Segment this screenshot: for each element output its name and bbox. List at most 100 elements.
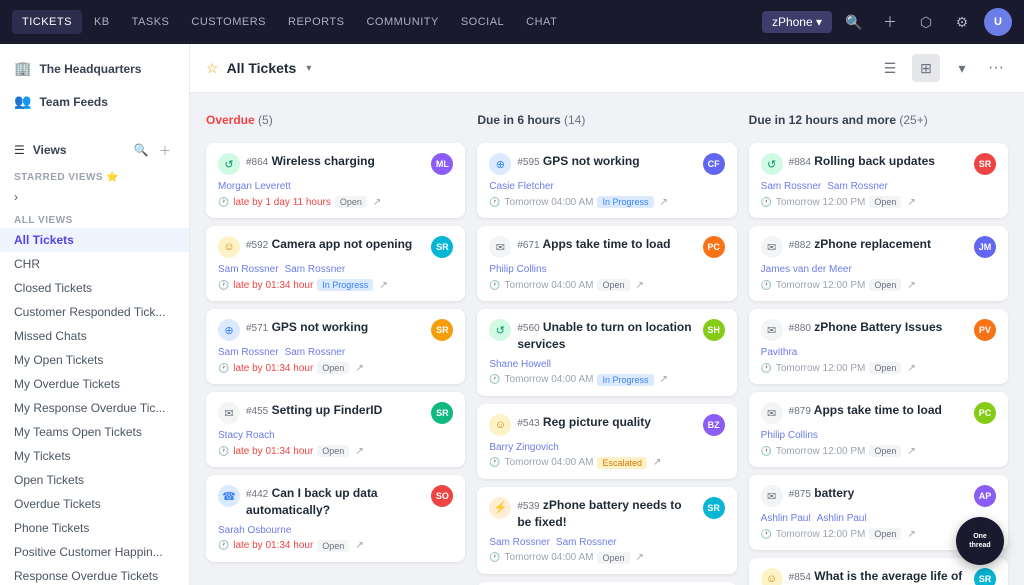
ticket-link-icon[interactable]: ↗: [653, 457, 661, 468]
ticket-id: #595: [517, 157, 539, 168]
assignee-name[interactable]: Ashlin Paul: [761, 513, 811, 524]
assignee-name[interactable]: James van der Meer: [761, 264, 852, 275]
ticket-link-icon[interactable]: ↗: [636, 552, 644, 563]
ticket-avatar: PC: [703, 236, 725, 258]
assignee-name[interactable]: Sam Rossner: [761, 181, 822, 192]
ticket-link-icon[interactable]: ↗: [355, 446, 363, 457]
ticket-link-icon[interactable]: ↗: [907, 280, 915, 291]
assignee-name[interactable]: Sam Rossner: [285, 347, 346, 358]
nav-item-customers[interactable]: CUSTOMERS: [181, 10, 276, 34]
sidebar-item-positive-customer-happin---[interactable]: Positive Customer Happin...: [0, 540, 189, 564]
ticket-title: #864 Wireless charging: [246, 153, 425, 170]
ticket-link-icon[interactable]: ↗: [907, 363, 915, 374]
add-icon[interactable]: ＋: [876, 8, 904, 36]
nav-item-tasks[interactable]: TASKS: [122, 10, 180, 34]
sidebar-item-my-tickets[interactable]: My Tickets: [0, 444, 189, 468]
views-section-header[interactable]: ☰ Views 🔍 ＋: [0, 134, 189, 166]
assignee-name[interactable]: Sam Rossner: [218, 264, 279, 275]
ticket-card[interactable]: ☺ #592 Camera app not opening SR Sam Ros…: [206, 226, 465, 301]
search-views-btn[interactable]: 🔍: [131, 140, 151, 160]
ticket-link-icon[interactable]: ↗: [636, 280, 644, 291]
assignee-name[interactable]: Sam Rossner: [218, 347, 279, 358]
sidebar-item-phone-tickets[interactable]: Phone Tickets: [0, 516, 189, 540]
nav-item-community[interactable]: COMMUNITY: [356, 10, 448, 34]
ticket-card[interactable]: ☺ #543 Reg picture quality BZ Barry Zing…: [477, 404, 736, 479]
nav-item-reports[interactable]: REPORTS: [278, 10, 354, 34]
assignee-name[interactable]: Stacy Roach: [218, 430, 275, 441]
ticket-meta: 🕐 Tomorrow 04:00 AM Escalated ↗: [489, 457, 724, 469]
ticket-link-icon[interactable]: ↗: [907, 197, 915, 208]
ticket-card[interactable]: ✉ #879 Apps take time to load PC Philip …: [749, 392, 1008, 467]
ticket-link-icon[interactable]: ↗: [373, 197, 381, 208]
sidebar-item-headquarters[interactable]: 🏢 The Headquarters: [0, 52, 189, 85]
ticket-id: #880: [789, 323, 811, 334]
search-icon[interactable]: 🔍: [840, 8, 868, 36]
assignee-name[interactable]: Sam Rossner: [827, 181, 888, 192]
brand-selector[interactable]: zPhone ▾: [762, 11, 832, 33]
onethread-badge[interactable]: Onethread: [956, 517, 1004, 565]
ticket-card[interactable]: ✉ #880 zPhone Battery Issues PV Pavithra…: [749, 309, 1008, 384]
sidebar-item-missed-chats[interactable]: Missed Chats: [0, 324, 189, 348]
assignee-name[interactable]: Sam Rossner: [556, 537, 617, 548]
assignee-name[interactable]: Philip Collins: [761, 430, 818, 441]
sidebar-item-response-overdue-tickets[interactable]: Response Overdue Tickets: [0, 564, 189, 585]
ticket-card[interactable]: ⚡ #539 zPhone battery needs to be fixed!…: [477, 487, 736, 574]
assignee-name[interactable]: Pavithra: [761, 347, 798, 358]
external-link-icon[interactable]: ⬡: [912, 8, 940, 36]
ticket-card[interactable]: ✉ #671 Apps take time to load PC Philip …: [477, 226, 736, 301]
ticket-link-icon[interactable]: ↗: [660, 374, 668, 385]
ticket-card[interactable]: ↺ #864 Wireless charging ML Morgan Lever…: [206, 143, 465, 218]
ticket-card[interactable]: ⊕ #595 GPS not working CF Casie Fletcher…: [477, 143, 736, 218]
ticket-card[interactable]: ⊕ #571 GPS not working SR Sam Rossner Sa…: [206, 309, 465, 384]
sidebar-item-all-tickets[interactable]: All Tickets: [0, 228, 189, 252]
ticket-link-icon[interactable]: ↗: [379, 280, 387, 291]
add-view-btn[interactable]: ＋: [155, 140, 175, 160]
list-view-btn[interactable]: ☰: [876, 54, 904, 82]
sidebar-item-chr[interactable]: CHR: [0, 252, 189, 276]
sidebar-item-closed-tickets[interactable]: Closed Tickets: [0, 276, 189, 300]
ticket-meta: 🕐 late by 1 day 11 hours Open ↗: [218, 196, 453, 208]
settings-icon[interactable]: ⚙: [948, 8, 976, 36]
assignee-name[interactable]: Philip Collins: [489, 264, 546, 275]
title-dropdown-arrow[interactable]: ▾: [306, 63, 311, 74]
assignee-name[interactable]: Barry Zingovich: [489, 442, 558, 453]
ticket-link-icon[interactable]: ↗: [907, 529, 915, 540]
ticket-card[interactable]: ↺ #884 Rolling back updates SR Sam Rossn…: [749, 143, 1008, 218]
nav-item-chat[interactable]: CHAT: [516, 10, 567, 34]
ticket-card[interactable]: ☎ #442 Can I back up data automatically?…: [206, 475, 465, 562]
assignee-name[interactable]: Casie Fletcher: [489, 181, 553, 192]
assignee-name[interactable]: Sam Rossner: [285, 264, 346, 275]
favorite-icon[interactable]: ☆: [206, 60, 219, 77]
sidebar-item-my-response-overdue-tic---[interactable]: My Response Overdue Tic...: [0, 396, 189, 420]
assignee-name[interactable]: Ashlin Paul: [817, 513, 867, 524]
ticket-card[interactable]: ↺ #560 Unable to turn on location servic…: [477, 309, 736, 396]
ticket-status: In Progress: [597, 374, 653, 386]
sidebar-item-my-overdue-tickets[interactable]: My Overdue Tickets: [0, 372, 189, 396]
ticket-link-icon[interactable]: ↗: [907, 446, 915, 457]
nav-item-kb[interactable]: KB: [84, 10, 120, 34]
sidebar-item-customer-responded-tick---[interactable]: Customer Responded Tick...: [0, 300, 189, 324]
nav-item-tickets[interactable]: TICKETS: [12, 10, 82, 34]
sidebar-item-my-teams-open-tickets[interactable]: My Teams Open Tickets: [0, 420, 189, 444]
ticket-link-icon[interactable]: ↗: [355, 363, 363, 374]
user-avatar[interactable]: U: [984, 8, 1012, 36]
sidebar-item-open-tickets[interactable]: Open Tickets: [0, 468, 189, 492]
assignee-name[interactable]: Shane Howell: [489, 359, 551, 370]
sidebar-item-my-open-tickets[interactable]: My Open Tickets: [0, 348, 189, 372]
ticket-card[interactable]: ☺ #445 Using live wallpapers PG Peter Gr…: [477, 582, 736, 585]
sidebar-item-teamfeeds[interactable]: 👥 Team Feeds: [0, 85, 189, 118]
assignee-name[interactable]: Sarah Osbourne: [218, 525, 291, 536]
kanban-view-btn[interactable]: ⊞: [912, 54, 940, 82]
view-options-btn[interactable]: ▾: [948, 54, 976, 82]
ticket-link-icon[interactable]: ↗: [660, 197, 668, 208]
sidebar-item-overdue-tickets[interactable]: Overdue Tickets: [0, 492, 189, 516]
ticket-link-icon[interactable]: ↗: [355, 540, 363, 551]
assignee-name[interactable]: Morgan Leverett: [218, 181, 291, 192]
ticket-card[interactable]: ✉ #455 Setting up FinderID SR Stacy Roac…: [206, 392, 465, 467]
ticket-card[interactable]: ✉ #882 zPhone replacement JM James van d…: [749, 226, 1008, 301]
starred-views-toggle[interactable]: ›: [0, 185, 189, 209]
more-options-btn[interactable]: ···: [984, 59, 1008, 77]
assignee-name[interactable]: Sam Rossner: [489, 537, 550, 548]
nav-item-social[interactable]: SOCIAL: [451, 10, 514, 34]
ticket-assignees: James van der Meer: [761, 264, 996, 275]
